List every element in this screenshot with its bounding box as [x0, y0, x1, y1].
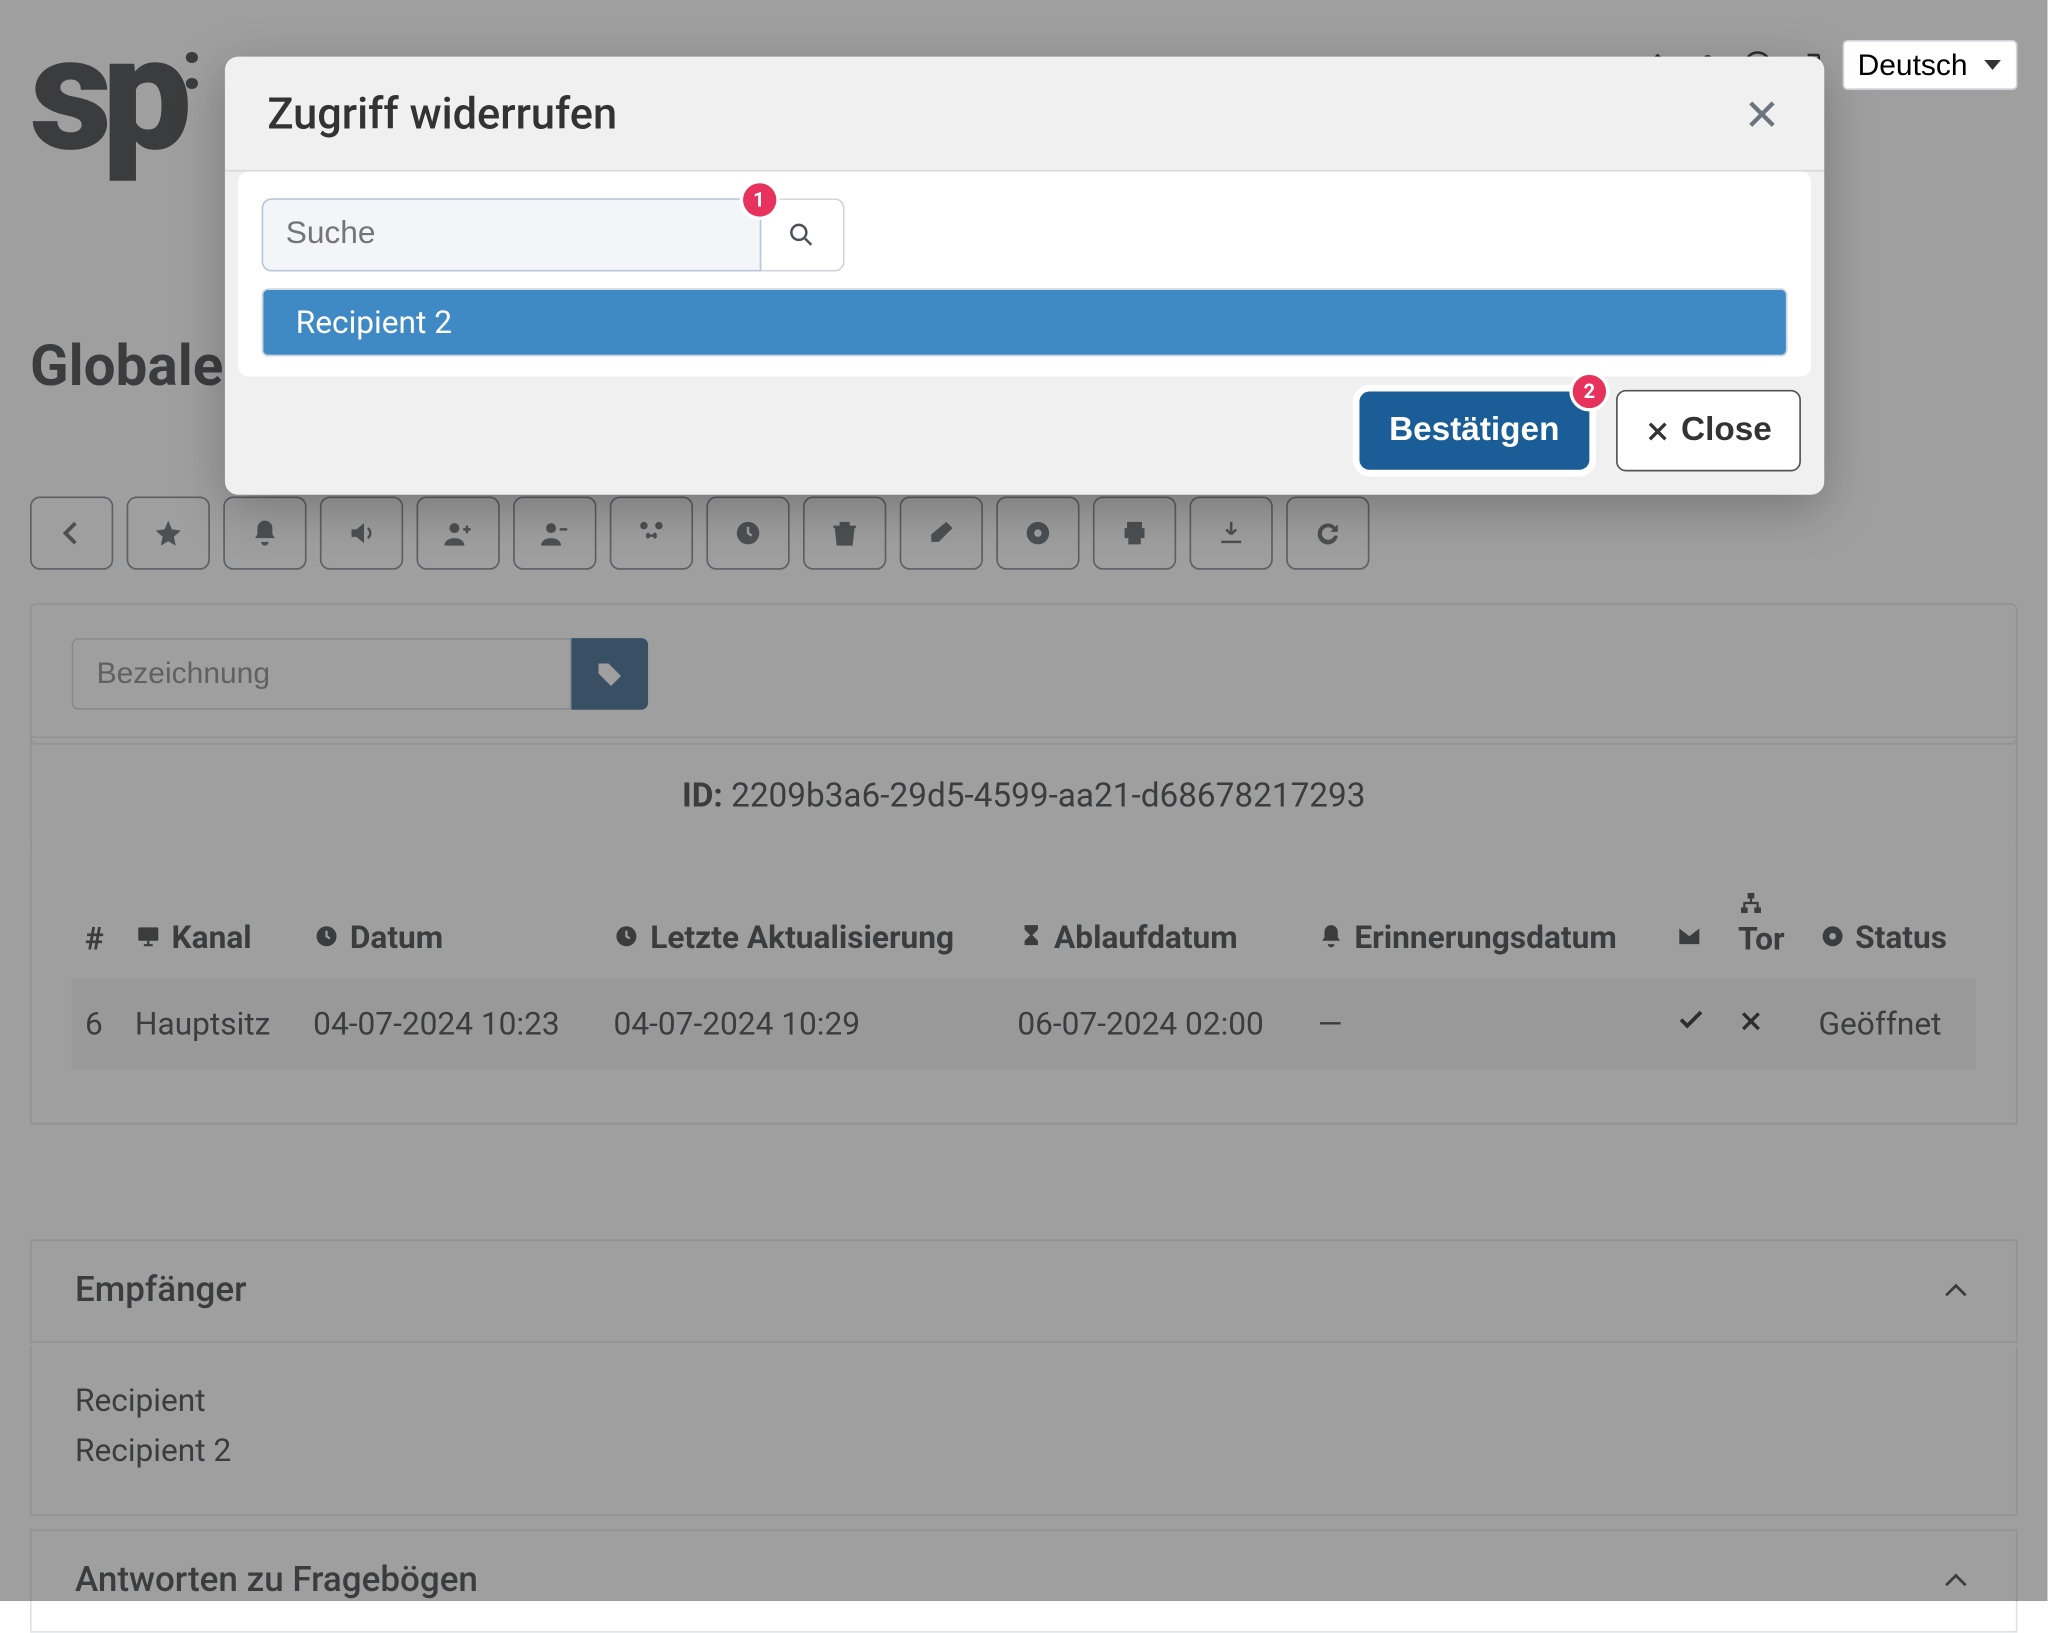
confirm-button[interactable]: Bestätigen [1359, 392, 1589, 470]
search-button[interactable] [761, 198, 844, 271]
close-button[interactable]: Close [1616, 390, 1800, 472]
search-dropdown: Recipient 2 [261, 288, 1787, 356]
badge-two: 2 [1573, 375, 1606, 408]
close-label: Close [1681, 412, 1772, 450]
language-select[interactable]: Deutsch [1843, 40, 2018, 90]
close-icon [1644, 417, 1671, 444]
language-select-wrap: Deutsch [1843, 40, 2018, 90]
modal-title: Zugriff widerrufen [267, 90, 617, 140]
badge-one: 1 [742, 183, 775, 216]
dropdown-item[interactable]: Recipient 2 [262, 290, 1785, 355]
revoke-access-modal: Zugriff widerrufen ✕ 1 Recipient 2 Bestä… [224, 57, 1823, 495]
search-icon [786, 220, 816, 250]
search-input[interactable] [261, 198, 761, 271]
modal-close-x[interactable]: ✕ [1744, 93, 1780, 136]
